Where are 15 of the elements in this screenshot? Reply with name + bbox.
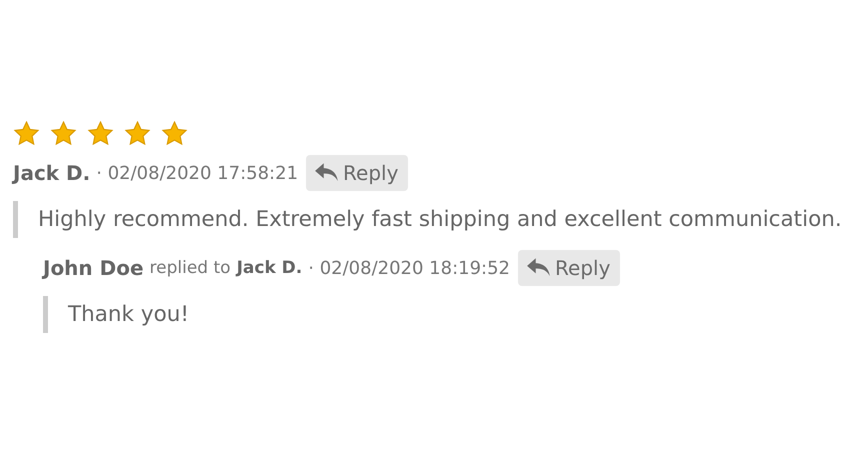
star-icon (124, 120, 151, 147)
author-name: John Doe (43, 256, 144, 280)
replied-to-label: replied to (150, 258, 231, 278)
star-icon (161, 120, 188, 147)
replied-to-name: Jack D. (236, 258, 302, 278)
reply-button[interactable]: Reply (306, 155, 408, 191)
review-date: · 02/08/2020 17:58:21 (96, 162, 298, 184)
star-icon (50, 120, 77, 147)
review-text: Highly recommend. Extremely fast shipping and excellent communication. (13, 201, 852, 238)
reply-text: Thank you! (43, 296, 852, 333)
star-icon (87, 120, 114, 147)
author-name: Jack D. (13, 161, 90, 185)
reply-button[interactable]: Reply (518, 250, 620, 286)
reply-date: · 02/08/2020 18:19:52 (308, 258, 510, 278)
star-icon (13, 120, 40, 147)
